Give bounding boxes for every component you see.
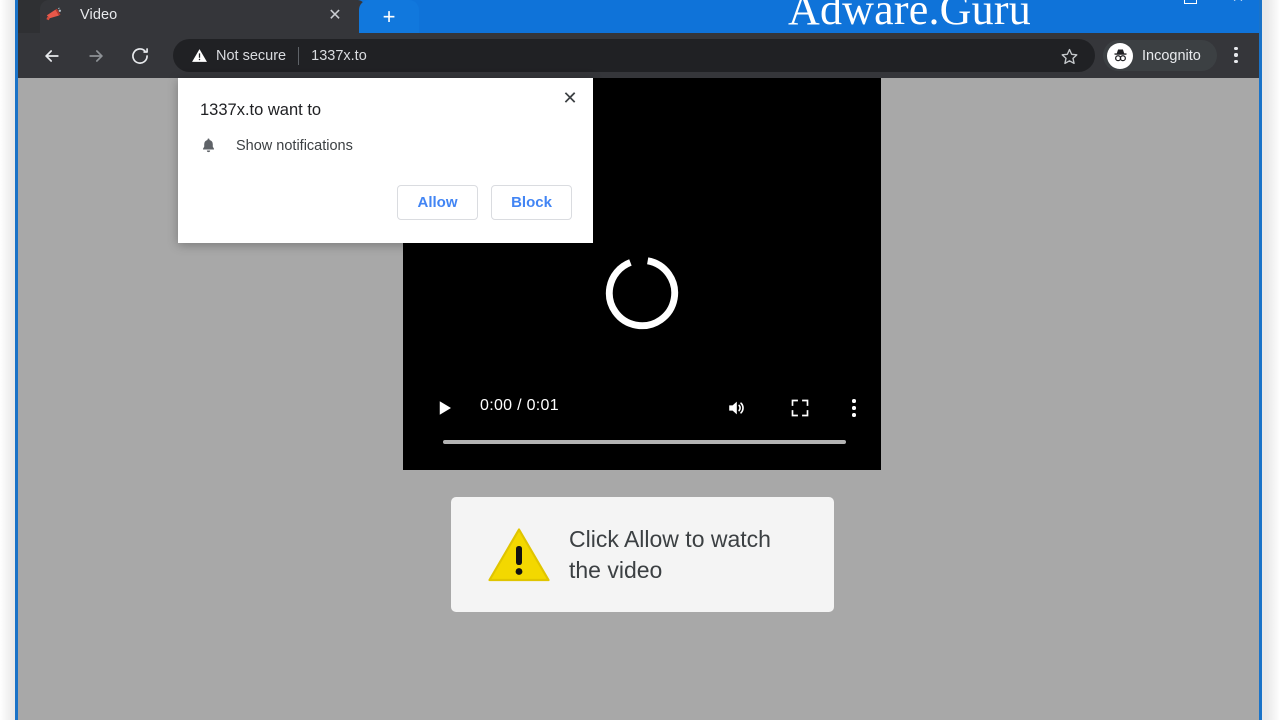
incognito-indicator[interactable]: Incognito bbox=[1103, 40, 1217, 71]
maximize-icon[interactable] bbox=[1179, 0, 1201, 8]
security-status-label: Not secure bbox=[216, 48, 286, 64]
back-icon[interactable] bbox=[35, 39, 69, 73]
window-controls: ✕ bbox=[1179, 0, 1249, 8]
tab-title: Video bbox=[80, 7, 117, 23]
volume-high-icon[interactable] bbox=[725, 396, 749, 420]
incognito-avatar bbox=[1107, 43, 1133, 69]
close-icon[interactable]: ✕ bbox=[557, 85, 583, 111]
allow-button[interactable]: Allow bbox=[397, 185, 478, 220]
video-controls-bar: 0:00 / 0:01 bbox=[403, 378, 881, 470]
warning-triangle-icon bbox=[487, 526, 551, 584]
browser-menu-icon[interactable] bbox=[1223, 42, 1249, 68]
not-secure-warning-icon bbox=[191, 47, 208, 64]
browser-window: Video ✕ + ✕ Adware.Guru bbox=[15, 0, 1262, 720]
browser-toolbar: Not secure 1337x.to bbox=[18, 33, 1259, 78]
play-button[interactable] bbox=[435, 398, 455, 418]
desktop-background: Video ✕ + ✕ Adware.Guru bbox=[0, 0, 1280, 720]
reload-icon[interactable] bbox=[123, 39, 157, 73]
megaphone-icon bbox=[44, 6, 63, 25]
tab-strip: Video ✕ + ✕ bbox=[18, 0, 1259, 33]
loading-spinner-icon bbox=[599, 250, 685, 341]
profile-label: Incognito bbox=[1142, 48, 1201, 64]
url-text: 1337x.to bbox=[311, 48, 367, 64]
video-progress-bar[interactable] bbox=[443, 440, 846, 444]
forward-icon[interactable] bbox=[79, 39, 113, 73]
warning-banner: Click Allow to watch the video bbox=[451, 497, 834, 612]
dialog-title: 1337x.to want to bbox=[200, 101, 321, 120]
omnibox-divider bbox=[298, 47, 299, 65]
new-tab-button[interactable]: + bbox=[359, 0, 419, 33]
more-vertical-icon[interactable] bbox=[843, 396, 865, 420]
bookmark-star-icon[interactable] bbox=[1057, 44, 1081, 68]
close-icon[interactable]: ✕ bbox=[1227, 0, 1249, 8]
block-button[interactable]: Block bbox=[491, 185, 572, 220]
dialog-actions: Allow Block bbox=[397, 185, 572, 220]
notification-permission-dialog: ✕ 1337x.to want to Show notifications Al… bbox=[178, 78, 593, 243]
tab-close-button[interactable]: ✕ bbox=[323, 4, 347, 28]
fullscreen-icon[interactable] bbox=[790, 398, 810, 418]
bell-icon bbox=[200, 136, 217, 155]
warning-banner-text: Click Allow to watch the video bbox=[569, 524, 771, 585]
address-bar[interactable]: Not secure 1337x.to bbox=[173, 39, 1095, 72]
video-time-display: 0:00 / 0:01 bbox=[480, 397, 559, 415]
permission-row: Show notifications bbox=[200, 136, 353, 155]
permission-label: Show notifications bbox=[236, 138, 353, 154]
